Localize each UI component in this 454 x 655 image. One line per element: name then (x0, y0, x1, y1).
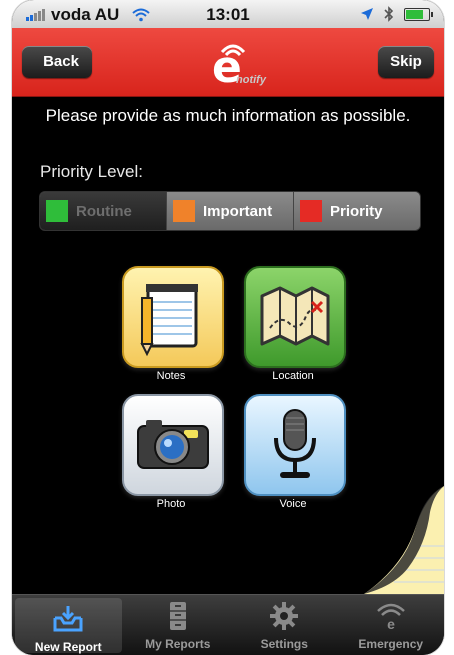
tab-emergency-label: Emergency (358, 637, 424, 651)
tab-my-reports-label: My Reports (145, 637, 211, 651)
navigation-bar: Back e notify Skip (12, 28, 444, 97)
tab-settings-label: Settings (260, 637, 308, 651)
priority-option-important[interactable]: Important (166, 192, 293, 230)
notes-icon (140, 284, 198, 357)
priority-label: Priority (330, 202, 383, 220)
page-curl[interactable] (364, 486, 444, 594)
bluetooth-icon (384, 6, 394, 22)
broadcast-icon: e (376, 603, 405, 631)
location-button[interactable] (244, 266, 346, 368)
logo-word: notify (236, 74, 266, 86)
inbox-download-icon (53, 606, 83, 632)
voice-button[interactable] (244, 394, 346, 496)
tab-new-report[interactable]: New Report (15, 598, 122, 654)
voice-label: Voice (279, 498, 307, 510)
priority-option-priority[interactable]: Priority (293, 192, 420, 230)
photo-label: Photo (156, 498, 186, 510)
priority-level-label: Priority Level: (40, 162, 143, 181)
tab-my-reports[interactable]: My Reports (125, 595, 232, 655)
battery-icon (404, 7, 433, 21)
photo-button[interactable] (122, 394, 224, 496)
back-button[interactable]: Back (22, 46, 92, 78)
skip-button[interactable]: Skip (378, 46, 434, 78)
enotify-logo: e notify (200, 38, 270, 90)
tab-new-report-label: New Report (34, 640, 102, 654)
location-label: Location (272, 370, 314, 382)
priority-color-swatch (300, 200, 322, 222)
microphone-icon (274, 409, 316, 478)
status-bar: voda AU 13:01 (12, 0, 444, 28)
gear-icon (270, 602, 299, 630)
filing-cabinet-icon (169, 602, 186, 630)
important-label: Important (203, 202, 273, 220)
priority-option-routine[interactable]: Routine (40, 192, 166, 230)
routine-color-swatch (46, 200, 68, 222)
important-color-swatch (173, 200, 195, 222)
notes-label: Notes (156, 370, 186, 382)
tab-bar: New Report My Reports Settings e Emergen… (12, 594, 444, 655)
priority-segmented-control: Routine Important Priority (40, 192, 420, 230)
svg-text:e: e (387, 616, 395, 631)
location-arrow-icon (361, 8, 373, 20)
camera-icon (137, 420, 209, 469)
app-screen: voda AU 13:01 Back e notify Skip Please … (12, 0, 444, 655)
instruction-text: Please provide as much information as po… (45, 106, 411, 125)
tab-settings[interactable]: Settings (231, 595, 338, 655)
map-icon (260, 286, 330, 346)
tab-emergency[interactable]: e Emergency (338, 595, 445, 655)
routine-label: Routine (76, 202, 132, 220)
notes-button[interactable] (122, 266, 224, 368)
back-button-label: Back (43, 53, 79, 70)
